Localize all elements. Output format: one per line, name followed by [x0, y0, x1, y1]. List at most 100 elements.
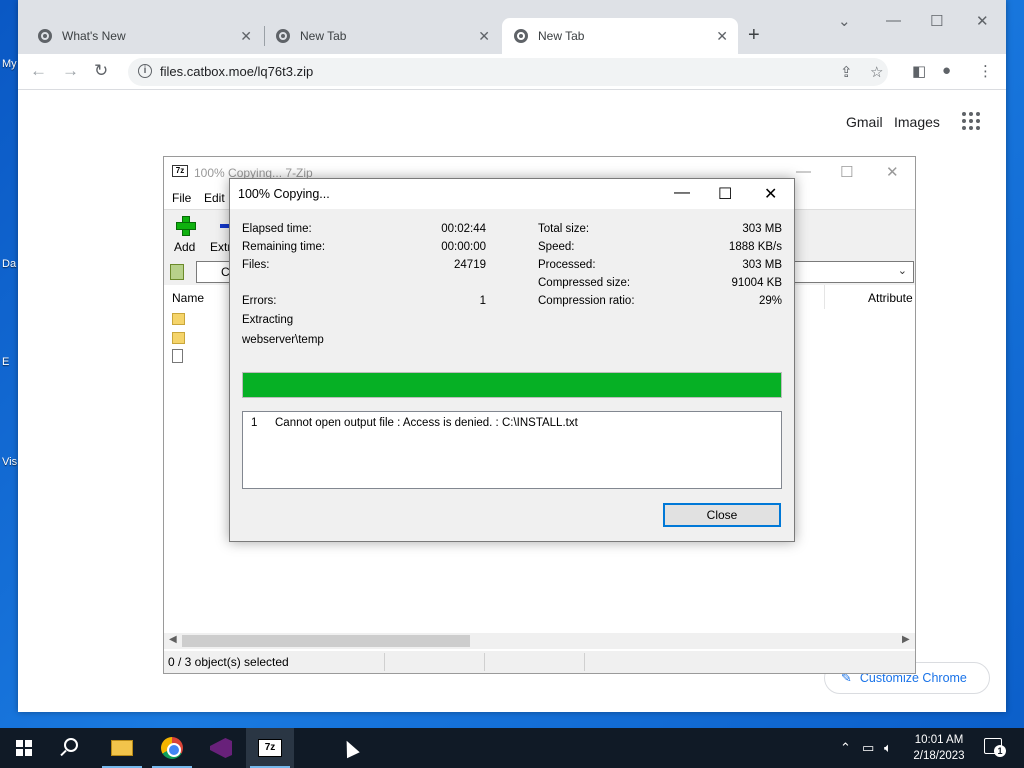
errors-value: 1 — [479, 295, 486, 307]
status-divider — [484, 653, 485, 671]
scroll-right-icon[interactable]: ▶ — [902, 634, 910, 645]
forward-arrow-icon[interactable]: → — [62, 61, 79, 81]
minimize-icon[interactable]: — — [674, 184, 690, 202]
windows-start-icon[interactable] — [16, 740, 32, 756]
compressed-size-label: Compressed size: — [538, 277, 631, 289]
speed-value: 1888 KB/s — [728, 241, 782, 253]
minimize-icon[interactable]: — — [886, 12, 901, 29]
minimize-icon[interactable]: — — [796, 163, 811, 180]
more-menu-icon[interactable]: ⋮ — [978, 62, 993, 80]
remaining-time-value: 00:00:00 — [441, 241, 486, 253]
add-plus-icon[interactable] — [176, 216, 196, 236]
notification-center-icon[interactable]: 1 — [984, 738, 1006, 757]
tab-whats-new[interactable]: What's New ✕ — [26, 18, 262, 54]
compressed-size-value: 91004 KB — [731, 277, 782, 289]
folder-up-icon[interactable] — [170, 264, 184, 280]
dialog-title-bar: 100% Copying... — ☐ ✕ — [230, 179, 794, 209]
site-info-icon[interactable]: i — [138, 64, 152, 78]
search-icon[interactable] — [64, 738, 78, 752]
close-button[interactable]: Close — [663, 503, 781, 527]
chevron-down-icon[interactable]: ⌄ — [898, 264, 907, 277]
files-label: Files: — [242, 259, 270, 271]
bookmark-star-icon[interactable]: ☆ — [870, 63, 883, 81]
network-icon[interactable]: ▭ — [862, 740, 874, 756]
chrome-favicon-icon — [514, 29, 528, 43]
speed-label: Speed: — [538, 241, 575, 253]
taskbar-file-explorer[interactable] — [98, 728, 146, 768]
google-apps-grid-icon[interactable] — [962, 112, 980, 130]
errors-label: Errors: — [242, 295, 277, 307]
close-icon[interactable]: ✕ — [716, 28, 728, 45]
status-divider — [384, 653, 385, 671]
column-header-name[interactable]: Name — [172, 291, 204, 305]
clock-date: 2/18/2023 — [913, 750, 965, 762]
menu-edit[interactable]: Edit — [204, 191, 225, 205]
status-divider — [584, 653, 585, 671]
desktop-icon-label[interactable]: Da — [2, 258, 16, 270]
elapsed-time-label: Elapsed time: — [242, 223, 312, 235]
close-icon[interactable]: ✕ — [764, 184, 777, 204]
column-header-attributes[interactable]: Attribute — [868, 291, 913, 305]
new-tab-plus-icon[interactable]: + — [748, 24, 760, 47]
processed-value: 303 MB — [742, 259, 782, 271]
remaining-time-label: Remaining time: — [242, 241, 326, 253]
system-clock[interactable]: 10:01 AM 2/18/2023 — [908, 732, 970, 764]
total-size-label: Total size: — [538, 223, 590, 235]
taskbar-7zip[interactable]: 7z — [246, 728, 294, 768]
horizontal-scrollbar[interactable]: ◀ ▶ — [164, 633, 915, 649]
address-bar[interactable]: i files.catbox.moe/lq76t3.zip ⇪ ☆ — [128, 58, 888, 86]
error-list[interactable]: 1 Cannot open output file : Access is de… — [242, 411, 782, 489]
add-button-label[interactable]: Add — [174, 240, 195, 254]
tab-search-chevron-icon[interactable]: ⌄ — [838, 12, 851, 30]
maximize-icon[interactable]: ☐ — [840, 163, 853, 181]
show-hidden-icons-chevron-icon[interactable]: ⌃ — [840, 740, 851, 756]
compression-ratio-label: Compression ratio: — [538, 295, 635, 307]
tab-title: New Tab — [300, 29, 347, 43]
share-icon[interactable]: ⇪ — [840, 63, 853, 81]
back-arrow-icon[interactable]: ← — [30, 61, 47, 81]
reload-icon[interactable]: ↻ — [94, 61, 108, 81]
column-divider — [824, 285, 825, 309]
error-number: 1 — [251, 417, 258, 429]
status-bar: 0 / 3 object(s) selected — [164, 651, 915, 673]
file-icon[interactable] — [172, 349, 183, 363]
selection-status: 0 / 3 object(s) selected — [168, 655, 289, 669]
menu-file[interactable]: File — [172, 191, 191, 205]
desktop-icon-label[interactable]: Vis — [2, 456, 17, 468]
url-text[interactable]: files.catbox.moe/lq76t3.zip — [160, 64, 313, 79]
volume-icon[interactable]: 🔈︎ — [884, 740, 892, 756]
dialog-title: 100% Copying... — [238, 187, 330, 201]
close-icon[interactable]: ✕ — [478, 28, 490, 45]
gmail-link[interactable]: Gmail — [846, 114, 883, 130]
copy-progress-dialog: 100% Copying... — ☐ ✕ Elapsed time: 00:0… — [229, 178, 795, 542]
7zip-logo-icon: 7z — [172, 165, 188, 177]
visual-studio-icon — [210, 738, 232, 758]
folder-icon[interactable] — [172, 332, 185, 344]
profile-avatar-icon[interactable]: ● — [942, 62, 951, 79]
scrollbar-thumb[interactable] — [182, 635, 470, 647]
maximize-icon[interactable]: ☐ — [930, 12, 943, 30]
chrome-icon — [161, 737, 183, 759]
desktop-icon-label[interactable]: My — [2, 58, 17, 70]
tab-strip: What's New ✕ New Tab ✕ New Tab ✕ + ⌄ — ☐… — [18, 0, 1006, 54]
maximize-icon[interactable]: ☐ — [718, 184, 732, 204]
folder-icon[interactable] — [172, 313, 185, 325]
tab-new-tab-active[interactable]: New Tab ✕ — [502, 18, 738, 54]
current-path-text: webserver\temp — [242, 334, 324, 346]
total-size-value: 303 MB — [742, 223, 782, 235]
taskbar: 7z ⌃ ▭ 🔈︎ 10:01 AM 2/18/2023 1 — [0, 728, 1024, 768]
desktop-icon-label[interactable]: E — [2, 356, 9, 368]
taskbar-chrome[interactable] — [148, 728, 196, 768]
taskbar-visual-studio[interactable] — [197, 728, 245, 768]
close-icon[interactable]: ✕ — [886, 163, 899, 181]
side-panel-icon[interactable]: ◧ — [912, 62, 926, 80]
chrome-favicon-icon — [38, 29, 52, 43]
scroll-left-icon[interactable]: ◀ — [169, 634, 177, 645]
images-link[interactable]: Images — [894, 114, 940, 130]
file-explorer-icon — [111, 740, 133, 756]
tab-new-tab[interactable]: New Tab ✕ — [264, 18, 500, 54]
close-window-icon[interactable]: ✕ — [976, 12, 989, 30]
notification-count-badge: 1 — [994, 745, 1006, 757]
close-icon[interactable]: ✕ — [240, 28, 252, 45]
7zip-icon: 7z — [258, 739, 282, 757]
